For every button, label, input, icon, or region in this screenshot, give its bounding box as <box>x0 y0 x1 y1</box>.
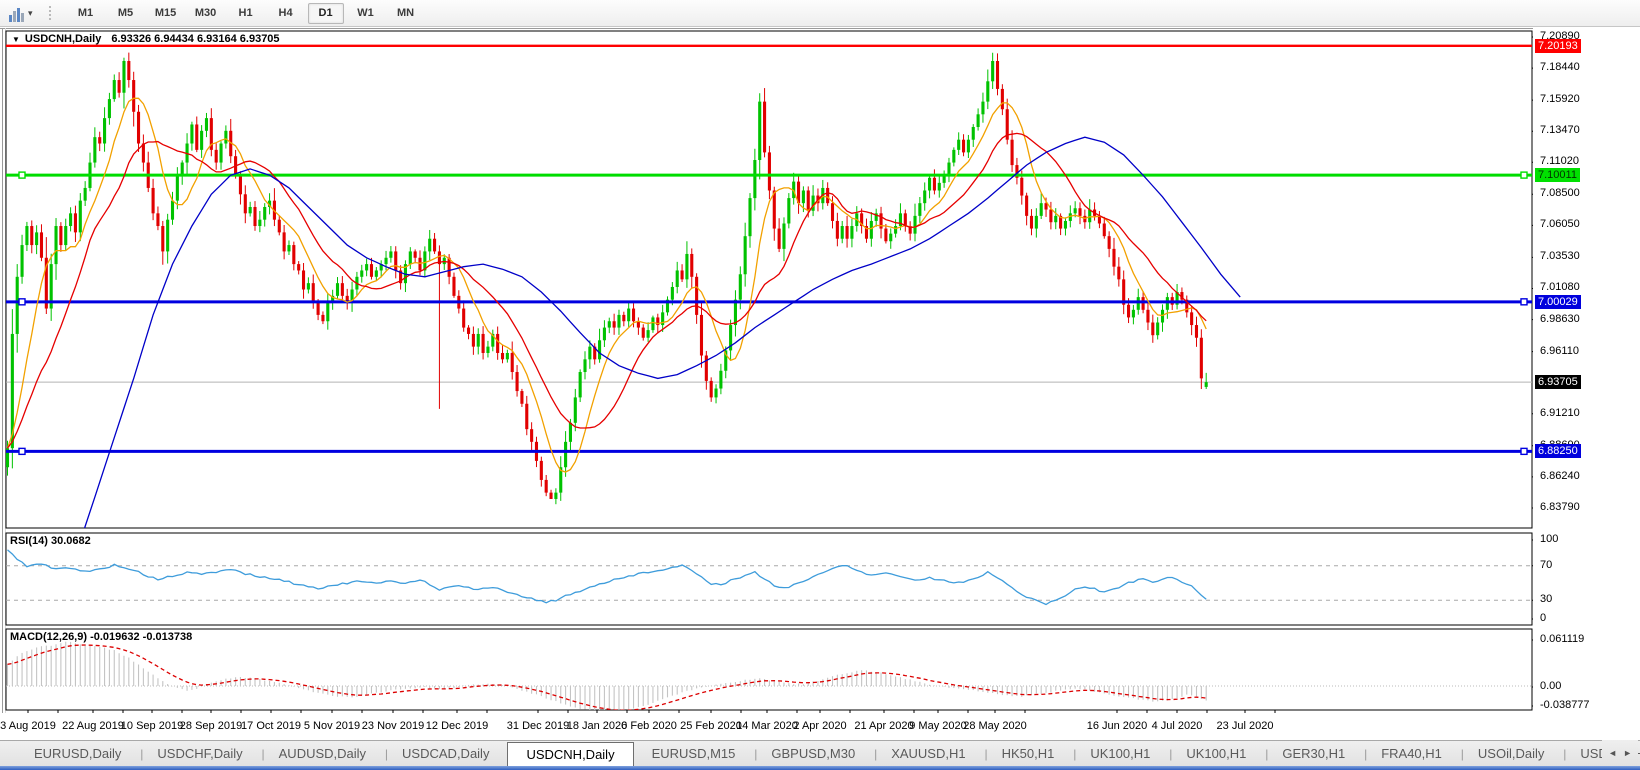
date-tick-label: 25 Feb 2020 <box>680 720 742 732</box>
chart-periods-icon[interactable] <box>6 4 26 22</box>
date-tick-label: 23 Nov 2019 <box>362 720 424 732</box>
macd-scale-tick: 0.00 <box>1540 680 1561 692</box>
chart-tab-bar: EURUSD,Daily|USDCHF,Daily|AUDUSD,Daily|U… <box>0 740 1640 766</box>
toolbar-grip-handle[interactable] <box>47 4 52 22</box>
chart-tab-fra40-h1[interactable]: FRA40,H1| <box>1363 741 1460 766</box>
macd-histogram <box>8 642 1207 713</box>
chart-window: ▼ USDCNH,Daily 6.93326 6.94434 6.93164 6… <box>0 27 1640 740</box>
price-tick: 6.96110 <box>1540 345 1579 357</box>
rsi-indicator-label: RSI(14) 30.0682 <box>10 535 91 547</box>
price-tick: 7.01080 <box>1540 281 1580 293</box>
timeframe-toolbar: ▾ M1M5M15M30H1H4D1W1MN <box>0 0 1640 27</box>
price-tick: 6.98630 <box>1540 313 1580 325</box>
price-tick: 7.15920 <box>1540 93 1580 105</box>
chart-tab-xauusd-h1[interactable]: XAUUSD,H1| <box>873 741 983 766</box>
tf-button-m15[interactable]: M15 <box>148 3 184 24</box>
date-tick-label: 22 Aug 2019 <box>62 720 124 732</box>
chart-tab-usdchf-daily[interactable]: USDCHF,Daily| <box>139 741 260 766</box>
tf-button-h1[interactable]: H1 <box>228 3 264 24</box>
price-label-7.20193: 7.20193 <box>1535 39 1581 53</box>
chart-canvas[interactable] <box>0 27 1533 740</box>
tab-scroll-left-icon[interactable]: ◄ <box>1608 748 1617 758</box>
price-tick: 7.11020 <box>1540 155 1579 167</box>
chevron-down-icon[interactable]: ▾ <box>28 8 33 19</box>
chart-menu-caret-icon[interactable]: ▼ <box>12 35 20 44</box>
date-tick-label: 12 Dec 2019 <box>426 720 488 732</box>
price-tick: 7.18440 <box>1540 61 1580 73</box>
tf-button-m5[interactable]: M5 <box>108 3 144 24</box>
date-tick-label: 28 Sep 2019 <box>180 720 242 732</box>
chart-tab-ger30-h1[interactable]: GER30,H1| <box>1264 741 1363 766</box>
tab-scroll-right-icon[interactable]: ► <box>1623 748 1632 758</box>
date-tick-label: 23 Jul 2020 <box>1217 720 1274 732</box>
price-tick: 7.06050 <box>1540 218 1580 230</box>
current-price-label: 6.93705 <box>1535 375 1581 389</box>
tf-button-h4[interactable]: H4 <box>268 3 304 24</box>
candlestick-series <box>6 53 1208 505</box>
price-label-7.10011: 7.10011 <box>1535 168 1580 182</box>
price-tick: 7.08500 <box>1540 187 1580 199</box>
price-label-7.00029: 7.00029 <box>1535 295 1581 309</box>
rsi-scale-tick: 100 <box>1540 533 1558 545</box>
mt4-window: ▾ M1M5M15M30H1H4D1W1MN ▼ USDCNH,Daily 6.… <box>0 0 1640 770</box>
macd-indicator-label: MACD(12,26,9) -0.019632 -0.013738 <box>10 631 192 643</box>
chart-tab-eurusd-daily[interactable]: EURUSD,Daily| <box>16 741 139 766</box>
chart-tab-eurusd-m15[interactable]: EURUSD,M15| <box>634 741 754 766</box>
window-bottom-strip <box>0 766 1640 770</box>
chart-tab-audusd-daily[interactable]: AUDUSD,Daily| <box>261 741 384 766</box>
macd-panel[interactable] <box>6 642 1532 713</box>
chart-ohlc-values: 6.93326 6.94434 6.93164 6.93705 <box>111 33 279 45</box>
macd-scale-tick: 0.061119 <box>1540 633 1584 645</box>
date-tick-label: 18 Jan 2020 <box>567 720 628 732</box>
chart-tab-usdcad-daily[interactable]: USDCAD,Daily <box>384 741 507 766</box>
price-tick: 7.13470 <box>1540 124 1580 136</box>
date-tick-label: 16 Jun 2020 <box>1087 720 1148 732</box>
tf-button-w1[interactable]: W1 <box>348 3 384 24</box>
chart-symbol-label: USDCNH,Daily <box>25 33 101 45</box>
price-tick: 7.03530 <box>1540 250 1580 262</box>
timeframe-buttons: M1M5M15M30H1H4D1W1MN <box>66 3 426 24</box>
price-tick: 6.91210 <box>1540 407 1580 419</box>
date-tick-label: 31 Dec 2019 <box>507 720 569 732</box>
tab-scroll-arrows: ◄ ► <box>1602 740 1638 766</box>
chart-tab-uk100-h1[interactable]: UK100,H1| <box>1168 741 1264 766</box>
date-tick-label: 4 Jul 2020 <box>1152 720 1203 732</box>
date-tick-label: 9 May 2020 <box>909 720 966 732</box>
rsi-scale-tick: 30 <box>1540 593 1552 605</box>
date-tick-label: 14 Mar 2020 <box>736 720 798 732</box>
date-tick-label: 17 Oct 2019 <box>241 720 301 732</box>
main-price-panel[interactable] <box>6 46 1532 709</box>
tf-button-m1[interactable]: M1 <box>68 3 104 24</box>
date-tick-label: 3 Aug 2019 <box>0 720 56 732</box>
time-axis[interactable]: 3 Aug 2019 22 Aug 201910 Sep 201928 Sep 2… <box>0 713 1533 740</box>
macd-scale-tick: -0.038777 <box>1540 699 1590 711</box>
rsi-scale-tick: 0 <box>1540 612 1546 624</box>
chart-tab-hk50-h1[interactable]: HK50,H1| <box>984 741 1073 766</box>
rsi-panel[interactable] <box>6 550 1532 605</box>
rsi-scale-tick: 70 <box>1540 559 1552 571</box>
date-tick-label: 2 Apr 2020 <box>793 720 846 732</box>
price-tick: 6.86240 <box>1540 470 1580 482</box>
price-tick: 6.83790 <box>1540 501 1580 513</box>
macd-signal-line <box>8 645 1207 710</box>
date-tick-label: 21 Apr 2020 <box>854 720 913 732</box>
tf-button-d1[interactable]: D1 <box>308 3 344 24</box>
date-tick-label: 5 Nov 2019 <box>304 720 360 732</box>
price-label-6.88250: 6.88250 <box>1535 444 1581 458</box>
date-tick-label: 6 Feb 2020 <box>621 720 677 732</box>
price-axis[interactable]: 7.208907.184407.159207.134707.110207.085… <box>1533 27 1640 740</box>
chart-tab-gbpusd-m30[interactable]: GBPUSD,M30| <box>753 741 873 766</box>
chart-tab-usoil-daily[interactable]: USOil,Daily| <box>1460 741 1562 766</box>
chart-title: ▼ USDCNH,Daily 6.93326 6.94434 6.93164 6… <box>12 33 280 45</box>
chart-tab-uk100-h1[interactable]: UK100,H1| <box>1072 741 1168 766</box>
date-tick-label: 10 Sep 2019 <box>121 720 183 732</box>
chart-tab-usdcnh-daily[interactable]: USDCNH,Daily <box>507 742 633 766</box>
date-tick-label: 28 May 2020 <box>963 720 1027 732</box>
tf-button-m30[interactable]: M30 <box>188 3 224 24</box>
tf-button-mn[interactable]: MN <box>388 3 424 24</box>
